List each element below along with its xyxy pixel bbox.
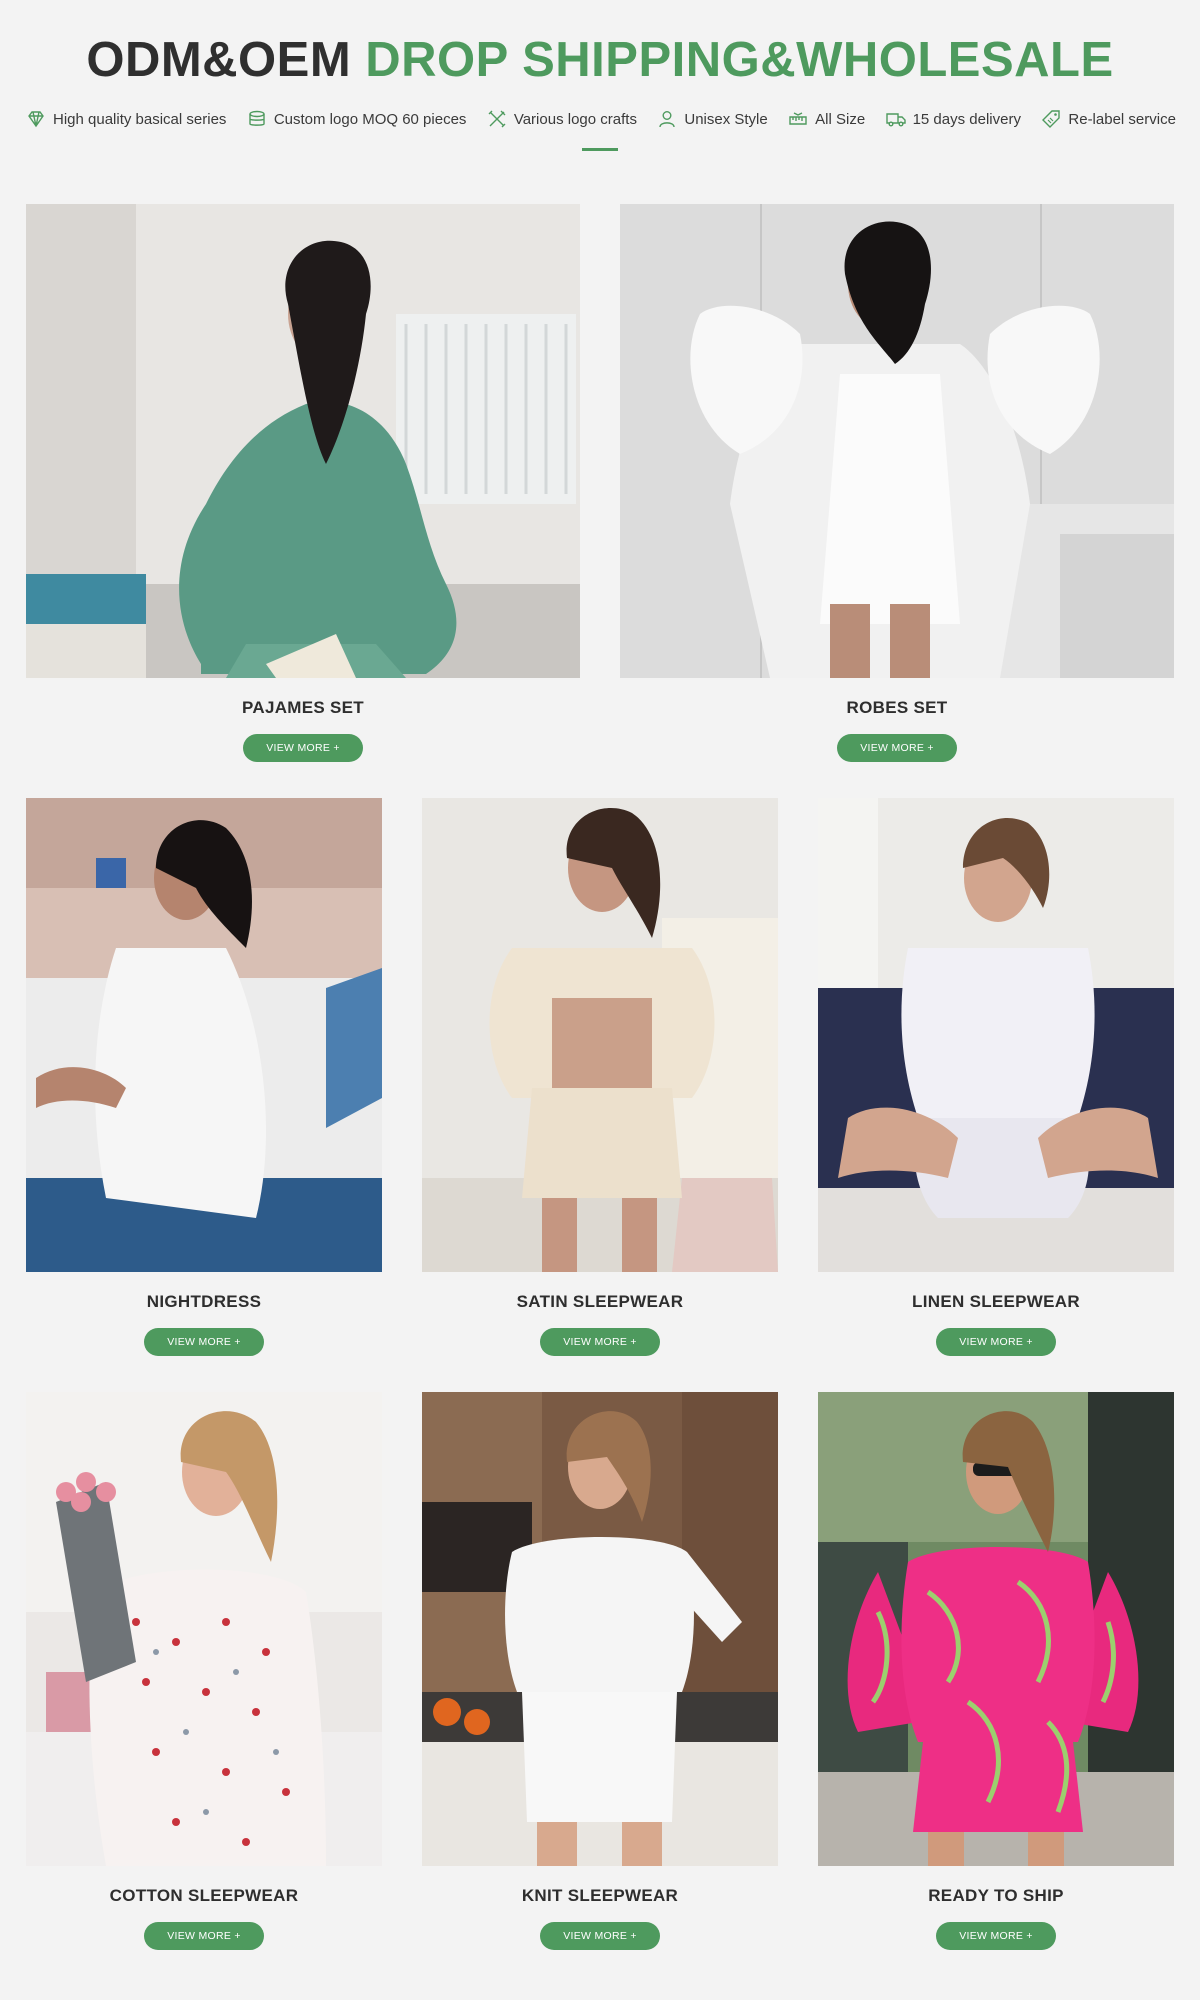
feature-label: High quality basical series <box>53 110 227 128</box>
feature-item: Re-label service <box>1041 109 1176 129</box>
feature-label: Custom logo MOQ 60 pieces <box>273 110 467 128</box>
feature-item: Various logo crafts <box>487 109 637 129</box>
view-more-button[interactable]: VIEW MORE + <box>837 734 957 762</box>
tag-icon <box>1042 110 1061 128</box>
category-name: PAJAMES SET <box>241 698 364 717</box>
category-card-nightdress: NIGHTDRESS VIEW MORE + <box>26 798 382 1356</box>
page-title: ODM&OEM DROP SHIPPING&WHOLESALE <box>0 30 1200 90</box>
view-more-button[interactable]: VIEW MORE + <box>243 734 363 762</box>
category-card-cotton-sleepwear: COTTON SLEEPWEAR VIEW MORE + <box>26 1392 382 1950</box>
feature-label: 15 days delivery <box>912 110 1021 128</box>
title-divider <box>582 148 618 151</box>
category-name: NIGHTDRESS <box>146 1292 262 1311</box>
user-icon <box>659 111 676 128</box>
truck-icon <box>885 113 906 127</box>
category-image[interactable] <box>818 798 1174 1272</box>
category-image[interactable] <box>26 798 382 1272</box>
category-card-pajames-set: PAJAMES SET VIEW MORE + <box>26 204 580 762</box>
category-name: ROBES SET <box>846 698 948 717</box>
category-name: KNIT SLEEPWEAR <box>521 1886 679 1905</box>
category-image[interactable] <box>26 1392 382 1866</box>
feature-item: 15 days delivery <box>885 109 1021 129</box>
category-card-linen-sleepwear: LINEN SLEEPWEAR VIEW MORE + <box>818 798 1174 1356</box>
title-part-1: ODM&OEM <box>86 33 352 87</box>
view-more-button[interactable]: VIEW MORE + <box>144 1328 264 1356</box>
feature-label: Various logo crafts <box>513 110 637 128</box>
category-name: COTTON SLEEPWEAR <box>109 1886 299 1905</box>
feature-item: Unisex Style <box>657 109 768 129</box>
tools-icon <box>488 110 506 128</box>
category-image[interactable] <box>422 1392 778 1866</box>
category-image[interactable] <box>26 204 580 678</box>
category-image[interactable] <box>422 798 778 1272</box>
feature-item: All Size <box>788 109 865 129</box>
category-name: SATIN SLEEPWEAR <box>516 1292 684 1311</box>
feature-list: High quality basical series Custom logo … <box>26 106 1176 132</box>
feature-item: Custom logo MOQ 60 pieces <box>247 109 467 129</box>
title-part-2: DROP SHIPPING&WHOLESALE <box>365 33 1114 87</box>
view-more-button[interactable]: VIEW MORE + <box>936 1328 1056 1356</box>
view-more-button[interactable]: VIEW MORE + <box>540 1328 660 1356</box>
category-name: READY TO SHIP <box>928 1886 1064 1905</box>
feature-label: Re-label service <box>1068 110 1176 128</box>
view-more-button[interactable]: VIEW MORE + <box>936 1922 1056 1950</box>
category-image[interactable] <box>818 1392 1174 1866</box>
category-card-satin-sleepwear: SATIN SLEEPWEAR VIEW MORE + <box>422 798 778 1356</box>
feature-label: Unisex Style <box>684 110 768 128</box>
diamond-icon <box>28 111 44 128</box>
category-card-ready-to-ship: READY TO SHIP VIEW MORE + <box>818 1392 1174 1950</box>
category-image[interactable] <box>620 204 1174 678</box>
feature-item: High quality basical series <box>26 109 226 129</box>
feature-label: All Size <box>815 110 866 128</box>
ruler-icon <box>789 112 807 125</box>
view-more-button[interactable]: VIEW MORE + <box>144 1922 264 1950</box>
category-name: LINEN SLEEPWEAR <box>912 1292 1080 1311</box>
category-card-knit-sleepwear: KNIT SLEEPWEAR VIEW MORE + <box>422 1392 778 1950</box>
view-more-button[interactable]: VIEW MORE + <box>540 1922 660 1950</box>
category-card-robes-set: ROBES SET VIEW MORE + <box>620 204 1174 762</box>
stack-icon <box>249 110 265 126</box>
